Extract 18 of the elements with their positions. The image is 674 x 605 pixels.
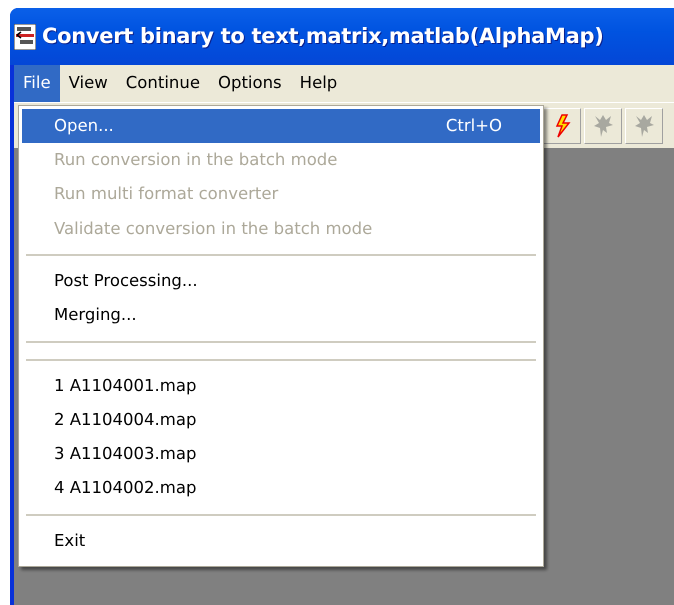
menu-item[interactable]: File (14, 65, 60, 102)
menu-entry[interactable]: Exit (22, 524, 540, 558)
menu-item[interactable]: Continue (116, 65, 209, 102)
app-icon (14, 24, 36, 50)
menu-entry[interactable]: 2 A1104004.map (22, 403, 540, 438)
menu-item[interactable]: Options (208, 65, 291, 102)
menu-item[interactable]: Help (290, 65, 346, 102)
window-title: Convert binary to text,matrix,matlab(AlphaMap) (42, 22, 604, 50)
menu-entry[interactable]: 4 A1104002.map (22, 472, 540, 506)
menu-entry[interactable]: 1 A1104001.map (22, 368, 540, 404)
menu-entry[interactable]: Post Processing... (22, 264, 540, 298)
menu-entry[interactable]: 3 A1104003.map (22, 437, 540, 472)
shortcut-label: Ctrl+O (446, 114, 503, 137)
menu-entry[interactable]: Merging... (22, 298, 540, 333)
toolbar-button[interactable] (543, 108, 581, 144)
menu-item[interactable]: View (60, 65, 117, 102)
menu-entry-label: Open... (54, 114, 114, 137)
menu-entry[interactable]: Open... Ctrl+O (22, 109, 540, 144)
